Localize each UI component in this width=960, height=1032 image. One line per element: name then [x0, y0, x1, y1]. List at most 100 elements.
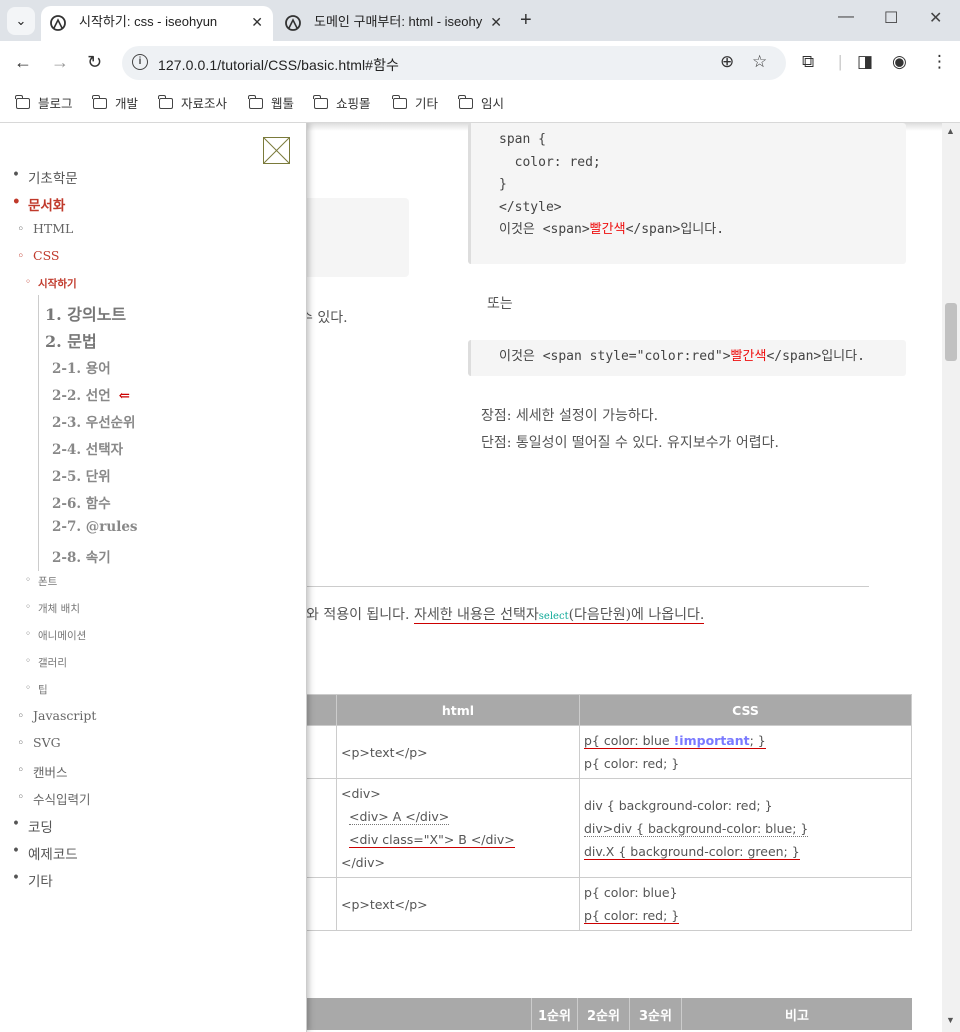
close-window-icon[interactable]: ✕ [929, 8, 942, 28]
scroll-down-icon[interactable]: ▼ [946, 1015, 955, 1025]
sidebar-item[interactable]: • 예제코드 [12, 843, 78, 863]
table-header: CSS [579, 694, 912, 726]
side-panel-icon[interactable]: ◨ [857, 52, 873, 72]
sidebar-item[interactable]: ◦ 개체 배치 [25, 601, 80, 616]
maximize-icon[interactable]: ☐ [884, 8, 898, 28]
folder-icon [158, 95, 173, 109]
toc-sub-item[interactable]: 2-6. 함수 [52, 492, 111, 512]
cons-text: 단점: 통일성이 떨어질 수 있다. 유지보수가 어렵다. [481, 435, 779, 451]
sidebar-item[interactable]: ◦ CSS [17, 248, 59, 263]
scroll-thumb[interactable] [945, 303, 957, 361]
tab-inactive[interactable]: 도메인 구매부터: html - iseohy ✕ [276, 6, 512, 41]
bookmark-folder[interactable]: 블로그 [15, 93, 73, 112]
toc-sub-item[interactable]: 2-2. 선언 ⇐ [52, 384, 130, 404]
page-scrollbar[interactable]: ▲ ▼ [942, 123, 960, 1032]
url-text[interactable]: 127.0.0.1/tutorial/CSS/basic.html#함수 [158, 55, 399, 75]
folder-icon [458, 95, 473, 109]
tab-close-icon[interactable]: ✕ [490, 6, 502, 38]
bookmark-folder[interactable]: 개발 [92, 93, 138, 112]
extensions-icon[interactable]: ⧉ [802, 52, 814, 72]
tab-strip: ⌄ 시작하기: css - iseohyun ✕ 도메인 구매부터: html … [0, 0, 960, 41]
reload-icon[interactable]: ↻ [87, 52, 102, 72]
folder-icon [392, 95, 407, 109]
toc-sub-item[interactable]: 2-7. @rules [52, 519, 138, 535]
table-row: <p>text</p> p{ color: blue !important; }… [306, 725, 912, 779]
toc-sub-item[interactable]: 2-4. 선택자 [52, 438, 123, 458]
table-header: 1순위 [531, 998, 578, 1030]
table-row: <div> <div> A </div> <div class="X"> B <… [306, 778, 912, 878]
toc-item[interactable]: 2. 문법 [45, 328, 97, 352]
toc-sub-item[interactable]: 2-1. 용어 [52, 357, 111, 377]
folder-icon [15, 95, 30, 109]
code-block-obscured [300, 198, 409, 277]
back-icon[interactable]: ← [14, 52, 32, 72]
sidebar-item[interactable]: ◦ 시작하기 [25, 276, 77, 291]
new-tab-button[interactable]: + [520, 9, 532, 31]
sidebar-item[interactable]: ◦ 갤러리 [25, 655, 67, 670]
tab-title: 도메인 구매부터: html - iseohy [314, 14, 483, 29]
table-header: 비고 [681, 998, 912, 1030]
site-favicon-icon [50, 15, 66, 31]
sidebar-item[interactable]: ◦ 폰트 [25, 574, 57, 589]
folder-icon [92, 95, 107, 109]
or-text: 또는 [487, 296, 513, 312]
table-header: 2순위 [577, 998, 630, 1030]
tab-close-icon[interactable]: ✕ [251, 6, 263, 38]
sidebar-item[interactable]: ◦ HTML [17, 221, 73, 236]
site-info-icon[interactable]: i [132, 54, 148, 70]
toc-sub-item[interactable]: 2-5. 단위 [52, 465, 111, 485]
selector-link[interactable]: 자세한 내용은 선택자select(다음단원)에 나옵니다. [413, 607, 705, 624]
forward-icon[interactable]: → [51, 52, 69, 72]
sidebar-item[interactable]: • 문서화 [12, 194, 65, 214]
code-block-style: span { color: red; } </style> 이것은 <span>… [468, 123, 906, 264]
bookmark-folder[interactable]: 쇼핑몰 [313, 93, 371, 112]
bookmark-folder[interactable]: 웹툴 [248, 93, 294, 112]
bookmark-star-icon[interactable]: ☆ [752, 52, 767, 72]
tab-title: 시작하기: css - iseohyun [79, 14, 218, 29]
code-block-inline: 이것은 <span style="color:red">빨간색</span>입니… [468, 340, 906, 376]
close-icon[interactable] [263, 137, 290, 164]
browser-toolbar: ← → ↻ i 127.0.0.1/tutorial/CSS/basic.htm… [0, 41, 960, 85]
zoom-icon[interactable]: ⊕ [720, 52, 734, 72]
toc-line [38, 295, 39, 571]
toc-item[interactable]: 1. 강의노트 [45, 301, 126, 325]
sidebar-item[interactable]: ◦ 수식입력기 [17, 789, 91, 808]
rank-table: 1순위 2순위 3순위 비고 [306, 998, 912, 1030]
sidebar-item[interactable]: • 코딩 [12, 816, 53, 836]
sidebar-nav: • 기초학문 • 문서화 ◦ HTML ◦ CSS ◦ 시작하기 1. 강의노트 2. 문… [0, 123, 307, 1032]
partial-text: 수 있다. [300, 310, 348, 326]
tab-search-button[interactable]: ⌄ [7, 7, 35, 35]
bookmark-folder[interactable]: 자료조사 [158, 93, 227, 112]
profile-icon[interactable]: ◉ [892, 52, 907, 72]
bookmark-folder[interactable]: 임시 [458, 93, 504, 112]
table-header: 3순위 [629, 998, 682, 1030]
toolbar-divider: | [838, 52, 843, 71]
folder-icon [248, 95, 263, 109]
site-favicon-icon [285, 15, 301, 31]
toc-sub-item[interactable]: 2-3. 우선순위 [52, 411, 135, 431]
table-header: html [336, 694, 580, 726]
sidebar-item[interactable]: • 기타 [12, 870, 53, 890]
bookmark-folder[interactable]: 기타 [392, 93, 438, 112]
priority-table: html CSS <p>text</p> p{ color: blue !imp… [306, 694, 912, 931]
menu-icon[interactable]: ⋮ [931, 52, 948, 72]
sidebar-item[interactable]: ◦ SVG [17, 735, 61, 750]
pros-text: 장점: 세세한 설정이 가능하다. [481, 408, 659, 424]
sidebar-item[interactable]: ◦ Javascript [17, 708, 96, 723]
paragraph: 와 적용이 됩니다. 자세한 내용은 선택자select(다음단원)에 나옵니다… [306, 607, 705, 624]
page-content: span { color: red; } </style> 이것은 <span>… [0, 123, 942, 1032]
minimize-icon[interactable]: — [838, 8, 854, 26]
divider [306, 586, 869, 587]
bookmarks-bar: 블로그 개발 자료조사 웹툴 쇼핑몰 기타 임시 [0, 85, 960, 123]
toc-sub-item[interactable]: 2-8. 속기 [52, 546, 111, 566]
sidebar-item[interactable]: • 기초학문 [12, 167, 78, 187]
sidebar-item[interactable]: ◦ 팁 [25, 682, 48, 697]
tab-active[interactable]: 시작하기: css - iseohyun ✕ [41, 6, 273, 41]
sidebar-item[interactable]: ◦ 캔버스 [17, 762, 68, 781]
sidebar-item[interactable]: ◦ 애니메이션 [25, 628, 86, 643]
current-arrow-icon: ⇐ [118, 388, 130, 404]
scroll-up-icon[interactable]: ▲ [946, 126, 955, 136]
folder-icon [313, 95, 328, 109]
address-bar[interactable]: i 127.0.0.1/tutorial/CSS/basic.html#함수 ⊕… [122, 46, 786, 80]
table-row: <p>text</p> p{ color: blue} p{ color: re… [306, 877, 912, 931]
